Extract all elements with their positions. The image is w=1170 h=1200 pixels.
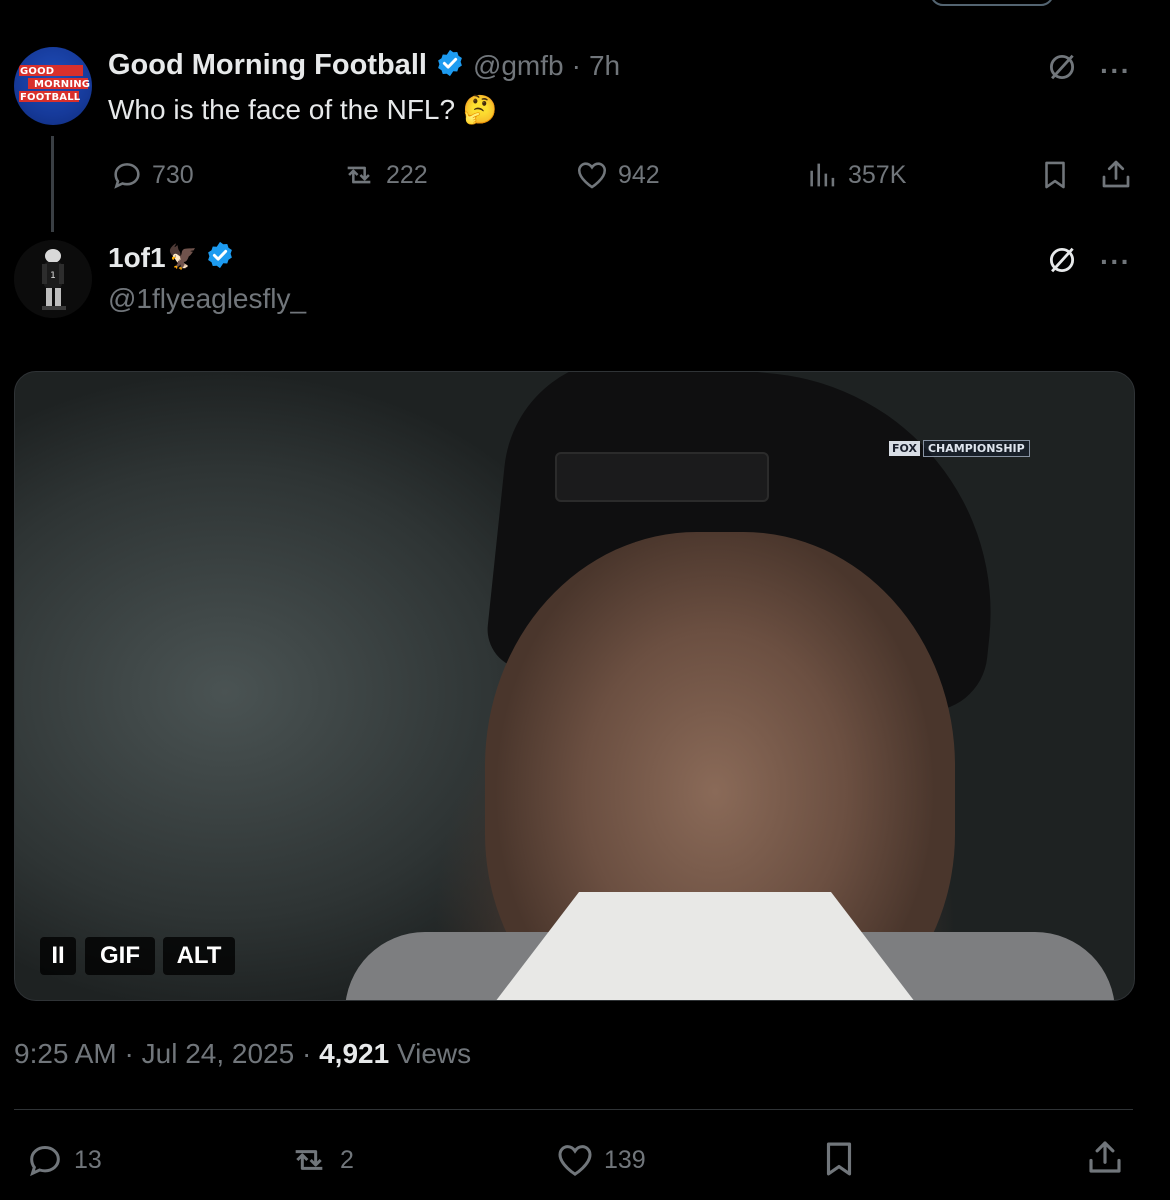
- reply-count: 730: [152, 160, 194, 189]
- views-count: 357K: [848, 160, 907, 189]
- thread-connector-line: [51, 136, 54, 232]
- analytics-icon: [810, 163, 835, 187]
- separator-dot: ·: [571, 49, 581, 81]
- avatar-text-3: FOOTBALL: [20, 92, 81, 103]
- reply-action[interactable]: 13: [24, 1140, 102, 1180]
- separator-dot: ·: [301, 1038, 312, 1069]
- repost-count: 2: [340, 1145, 354, 1174]
- broadcast-logo: FOX CHAMPIONSHIP: [889, 440, 1030, 457]
- grok-icon[interactable]: [1045, 50, 1079, 89]
- reply-header: 1of1 🦅: [108, 240, 235, 275]
- views-label: Views: [396, 1038, 472, 1069]
- reply-icon: [30, 1145, 60, 1177]
- verified-badge-icon: [205, 240, 235, 275]
- repost-count: 222: [386, 160, 428, 189]
- divider: [14, 1109, 1133, 1110]
- cap-strap: [555, 452, 769, 502]
- repost-icon: [347, 166, 371, 184]
- more-options-icon[interactable]: ···: [1100, 246, 1131, 278]
- like-count: 139: [604, 1145, 646, 1174]
- share-icon[interactable]: [1084, 1136, 1126, 1183]
- reply-author-name[interactable]: 1of1: [108, 242, 166, 274]
- tweet-text-content: Who is the face of the NFL?: [108, 94, 456, 125]
- alt-button[interactable]: ALT: [163, 937, 235, 975]
- pause-button[interactable]: II: [40, 937, 76, 975]
- views-count: 4,921: [319, 1038, 390, 1069]
- views-button[interactable]: 357K: [806, 158, 906, 192]
- like-count: 942: [618, 160, 660, 189]
- heart-icon: [577, 162, 607, 189]
- fox-logo-text: FOX: [889, 441, 920, 456]
- repost-button[interactable]: 222: [340, 158, 428, 192]
- avatar-text-2: MORNING: [34, 79, 91, 90]
- author-name[interactable]: Good Morning Football: [108, 49, 427, 82]
- like-button[interactable]: 942: [574, 158, 660, 192]
- timestamp[interactable]: 7h: [589, 50, 620, 82]
- repost-icon: [295, 1150, 323, 1170]
- avatar-text-1: GOOD: [20, 66, 55, 77]
- svg-text:1: 1: [50, 271, 56, 281]
- verified-badge-icon: [435, 48, 465, 83]
- gmfb-avatar[interactable]: GOOD MORNING FOOTBALL: [14, 47, 92, 125]
- tweet-timestamp-line: 9:25 AM · Jul 24, 2025 · 4,921 Views: [14, 1038, 471, 1070]
- like-action[interactable]: 139: [554, 1140, 646, 1180]
- eagle-emoji: 🦅: [167, 244, 198, 271]
- reply-icon: [114, 163, 140, 189]
- thinking-emoji: 🤔: [462, 94, 498, 125]
- bookmark-icon[interactable]: [1038, 158, 1072, 197]
- more-options-icon[interactable]: ···: [1100, 55, 1131, 87]
- tweet-header: Good Morning Football @gmfb · 7h: [108, 48, 620, 83]
- reply-author-handle[interactable]: @1flyeaglesfly_: [108, 283, 306, 315]
- championship-text: CHAMPIONSHIP: [922, 440, 1030, 457]
- reply-count: 13: [74, 1145, 102, 1174]
- top-partial-button[interactable]: [930, 0, 1054, 6]
- grok-icon[interactable]: [1045, 243, 1079, 282]
- gif-badge: GIF: [85, 937, 155, 975]
- author-handle[interactable]: @gmfb: [473, 50, 564, 82]
- tweet-time[interactable]: 9:25 AM: [14, 1038, 117, 1069]
- reply-button[interactable]: 730: [110, 158, 194, 192]
- 1of1-avatar[interactable]: 1: [14, 240, 92, 318]
- bookmark-icon[interactable]: [818, 1138, 860, 1185]
- share-icon[interactable]: [1098, 156, 1134, 197]
- repost-action[interactable]: 2: [286, 1140, 354, 1180]
- separator-dot: ·: [124, 1038, 134, 1069]
- tweet-text: Who is the face of the NFL? 🤔: [108, 93, 498, 126]
- tweet-date[interactable]: Jul 24, 2025: [142, 1038, 295, 1069]
- heart-icon: [558, 1145, 592, 1176]
- media-gif[interactable]: FOX CHAMPIONSHIP II GIF ALT: [14, 371, 1135, 1001]
